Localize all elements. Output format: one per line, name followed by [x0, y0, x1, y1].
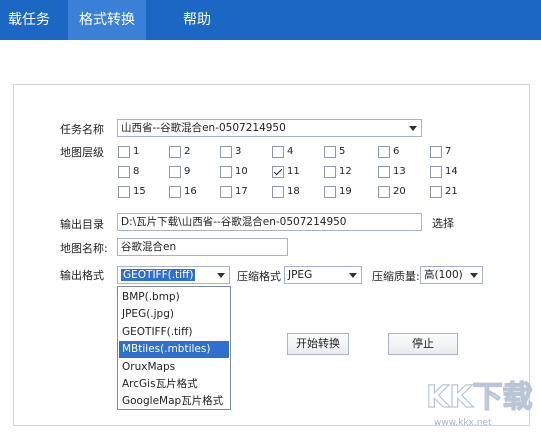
watermark-brand: KK下载 [426, 380, 533, 415]
chevron-down-icon [349, 273, 357, 278]
level-label-18: 18 [287, 186, 300, 197]
level-label-5: 5 [339, 146, 346, 157]
level-checkbox-18[interactable] [272, 186, 284, 198]
level-checkbox-16[interactable] [169, 186, 181, 198]
dropdown-option[interactable]: BMP(.bmp) [119, 289, 229, 306]
output-dir-input[interactable]: D:\瓦片下载\山西省--谷歌混合en-0507214950 [117, 213, 422, 231]
level-checkbox-20[interactable] [378, 186, 390, 198]
tab-download-task[interactable]: 载任务 [0, 0, 58, 40]
dropdown-option[interactable]: ArcGis瓦片格式 [119, 376, 229, 393]
compress-quality-label: 压缩质量: [372, 270, 420, 283]
level-checkbox-1[interactable] [118, 146, 130, 158]
level-label-14: 14 [445, 166, 458, 177]
chevron-down-icon [409, 126, 417, 131]
dropdown-option[interactable]: GoogleMap瓦片格式 [119, 393, 229, 410]
task-name-select[interactable]: 山西省--谷歌混合en-0507214950 [117, 119, 422, 137]
level-checkbox-15[interactable] [118, 186, 130, 198]
level-label-7: 7 [445, 146, 452, 157]
output-dir-label: 输出目录 [60, 218, 104, 231]
watermark-url: www.kkx.net [434, 418, 492, 428]
level-checkbox-8[interactable] [118, 166, 130, 178]
map-level-label: 地图层级 [60, 146, 104, 159]
level-label-9: 9 [184, 166, 191, 177]
output-format-select[interactable]: GEOTIFF(.tiff) [117, 266, 230, 284]
compress-quality-select[interactable]: 高(100) [420, 266, 483, 284]
level-checkbox-21[interactable] [430, 186, 442, 198]
level-checkbox-4[interactable] [272, 146, 284, 158]
kk-watermark-logo: KK下载 www.kkx.net [425, 379, 533, 428]
level-label-20: 20 [393, 186, 406, 197]
level-checkbox-14[interactable] [430, 166, 442, 178]
level-label-10: 10 [235, 166, 248, 177]
compress-format-select[interactable]: JPEG [284, 266, 362, 284]
level-label-21: 21 [445, 186, 458, 197]
level-checkbox-11[interactable] [272, 166, 284, 178]
dropdown-option[interactable]: MBtiles(.mbtiles) [119, 341, 229, 359]
compress-format-value: JPEG [288, 269, 313, 281]
level-checkbox-9[interactable] [169, 166, 181, 178]
menu-bar: 载任务 格式转换 帮助 [0, 0, 541, 40]
task-name-value: 山西省--谷歌混合en-0507214950 [121, 122, 286, 134]
tab-format-convert[interactable]: 格式转换 [68, 0, 146, 40]
level-label-4: 4 [287, 146, 294, 157]
level-checkbox-5[interactable] [324, 146, 336, 158]
level-label-3: 3 [235, 146, 242, 157]
level-checkbox-17[interactable] [220, 186, 232, 198]
output-format-value: GEOTIFF(.tiff) [121, 269, 196, 281]
level-label-1: 1 [133, 146, 140, 157]
level-label-13: 13 [393, 166, 406, 177]
stop-button[interactable]: 停止 [388, 333, 458, 355]
dropdown-option[interactable]: JPEG(.jpg) [119, 306, 229, 323]
level-label-6: 6 [393, 146, 400, 157]
level-checkbox-2[interactable] [169, 146, 181, 158]
dropdown-option[interactable]: GEOTIFF(.tiff) [119, 324, 229, 341]
tab-help[interactable]: 帮助 [168, 0, 226, 40]
output-format-label: 输出格式 [60, 269, 104, 282]
level-checkbox-13[interactable] [378, 166, 390, 178]
level-label-16: 16 [184, 186, 197, 197]
compress-quality-value: 高(100) [424, 269, 463, 281]
level-checkbox-7[interactable] [430, 146, 442, 158]
start-convert-button[interactable]: 开始转换 [287, 333, 349, 355]
level-label-2: 2 [184, 146, 191, 157]
level-checkbox-3[interactable] [220, 146, 232, 158]
map-name-input[interactable]: 谷歌混合en [117, 238, 288, 256]
compress-format-label: 压缩格式 [237, 270, 281, 283]
level-checkbox-12[interactable] [324, 166, 336, 178]
level-label-12: 12 [339, 166, 352, 177]
task-name-label: 任务名称 [60, 123, 104, 136]
level-label-19: 19 [339, 186, 352, 197]
level-checkbox-19[interactable] [324, 186, 336, 198]
level-label-11: 11 [287, 166, 300, 177]
level-label-15: 15 [133, 186, 146, 197]
dropdown-option[interactable]: OruxMaps [119, 359, 229, 376]
level-label-17: 17 [235, 186, 248, 197]
level-checkbox-6[interactable] [378, 146, 390, 158]
output-format-dropdown: BMP(.bmp) JPEG(.jpg) GEOTIFF(.tiff) MBtiles… [117, 286, 231, 410]
map-name-label: 地图名称: [60, 242, 108, 255]
browse-button[interactable]: 选择 [432, 215, 454, 231]
chevron-down-icon [470, 273, 478, 278]
level-checkbox-10[interactable] [220, 166, 232, 178]
chevron-down-icon [217, 273, 225, 278]
level-label-8: 8 [133, 166, 140, 177]
